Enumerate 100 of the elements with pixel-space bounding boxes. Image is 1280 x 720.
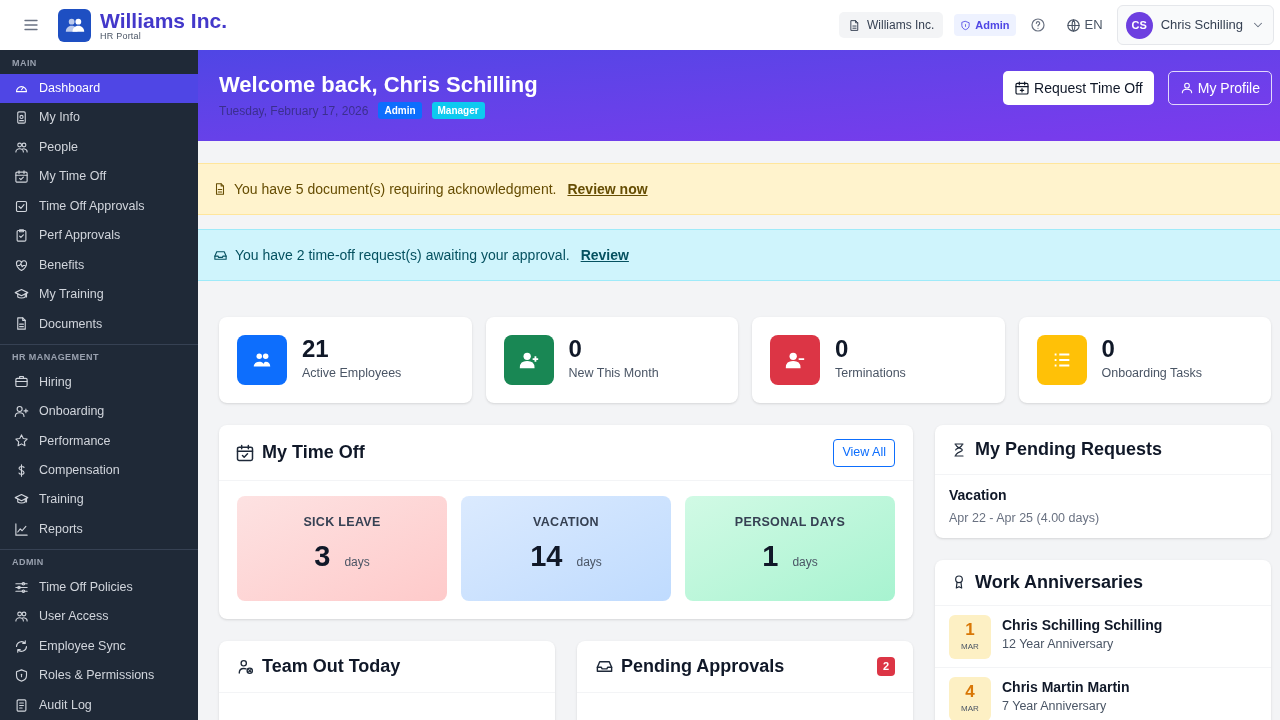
briefcase-icon [14,374,29,390]
date-text: Tuesday, February 17, 2026 [219,102,369,120]
anniversary-text: 7 Year Anniversary [1002,698,1108,714]
user-menu[interactable]: CS Chris Schilling [1116,5,1274,45]
balance-label: PERSONAL DAYS [734,514,846,531]
role-badge: Admin [954,14,1016,36]
sync-icon [14,638,29,654]
journal-icon [14,697,29,713]
month-label: MAR [961,702,979,715]
review-link[interactable]: Review now [567,178,648,200]
day-number: 1 [965,620,975,638]
globe-icon [1065,17,1081,33]
balance-value: 3 [314,541,331,571]
sidebar-item[interactable]: My Info [0,102,198,133]
checkbox-icon [14,198,29,214]
sidebar-item[interactable]: Performance [0,426,198,456]
sidebar-item[interactable]: People [0,132,198,162]
balance-value: 1 [762,541,779,571]
section-heading: ADMIN [11,556,45,570]
role-badge: Admin [378,102,422,119]
stat-label: New This Month [568,365,659,383]
count-badge: 2 [876,657,895,676]
balance-label: SICK LEAVE [303,514,381,531]
stat-value: 0 [568,337,583,362]
sidebar-item[interactable]: Dashboard [0,73,198,103]
calendar-check-icon [14,169,29,185]
day-number: 4 [965,682,975,700]
role-badge: Manager [431,102,485,119]
calendar-check-icon [235,442,255,463]
brand-subtitle: HR Portal [100,31,143,41]
card-title: My Time Off [262,441,365,464]
sidebar-item[interactable]: My Time Off [0,161,198,192]
document-icon [14,316,29,332]
stat-label: Terminations [835,365,906,383]
id-badge-icon [14,110,29,126]
calendar-plus-icon [1014,80,1031,96]
view-all-button[interactable]: View All [833,438,895,467]
person-x-icon [237,657,255,676]
request-time-off-button[interactable]: Request Time Off [1003,71,1154,105]
sidebar-item[interactable]: Roles & Permissions [0,660,198,691]
stat-label: Active Employees [302,365,402,383]
sidebar-item[interactable]: Reports [0,514,198,545]
stat-label: Onboarding Tasks [1101,365,1203,383]
card-title: My Pending Requests [975,438,1163,461]
company-chip[interactable]: Williams Inc. [839,12,944,38]
sidebar-item[interactable]: Time Off Approvals [0,191,198,221]
language-button[interactable]: EN [1065,15,1103,35]
heart-pulse-icon [14,257,29,273]
request-dates: Apr 22 - Apr 25 (4.00 days) [949,510,1101,527]
help-button[interactable] [1029,17,1046,33]
person-icon [1179,81,1194,95]
line-chart-icon [14,521,29,537]
brand-name: Williams Inc. [100,9,227,31]
document-icon [213,182,227,196]
alert-message: You have 2 time-off request(s) awaiting your approval. [235,245,570,265]
logo-icon [58,8,91,42]
anniversary-text: 12 Year Anniversary [1002,636,1115,652]
review-link[interactable]: Review [580,244,629,266]
sliders-icon [14,579,29,595]
sidebar-item[interactable]: Employee Sync [0,631,198,661]
sidebar-item[interactable]: Compensation [0,455,198,486]
employee-name: Chris Martin Martin [1002,677,1130,697]
sidebar-item[interactable]: Perf Approvals [0,220,198,251]
section-heading: HR MANAGEMENT [11,350,100,364]
employee-name: Chris Schilling Schilling [1002,615,1163,635]
card-title: Team Out Today [262,655,401,678]
shield-icon [960,19,972,31]
clipboard-check-icon [14,228,29,244]
star-icon [14,433,29,449]
request-type: Vacation [949,486,1008,505]
alert-message: You have 5 document(s) requiring acknowledgment. [234,179,557,199]
sidebar-item[interactable]: Training [0,485,198,515]
sidebar-item[interactable]: My Training [0,279,198,310]
balance-label: VACATION [533,514,599,531]
balance-unit: days [344,553,370,571]
person-plus-icon [14,403,29,419]
month-label: MAR [961,640,979,653]
graduation-cap-icon [14,287,29,302]
help-icon [1029,17,1046,33]
balance-value: 14 [530,541,563,571]
sidebar-item[interactable]: Hiring [0,367,198,397]
stat-value: 21 [302,337,330,362]
sidebar-item[interactable]: Documents [0,309,198,339]
user-avatar: CS [1125,11,1153,39]
sidebar-item[interactable]: Time Off Policies [0,572,198,602]
stat-value: 0 [835,337,850,362]
balance-unit: days [576,553,602,571]
sidebar-item[interactable]: Onboarding [0,396,198,427]
sidebar-item[interactable]: Benefits [0,250,198,280]
sidebar-item[interactable]: User Access [0,602,198,632]
section-heading: MAIN [11,57,38,70]
people-icon [14,139,29,155]
balance-unit: days [792,553,818,571]
sidebar-item[interactable]: Audit Log [0,690,198,720]
stat-value: 0 [1101,337,1116,362]
my-profile-button[interactable]: My Profile [1167,71,1272,105]
welcome-title: Welcome back, Chris Schilling [219,71,538,99]
shield-icon [14,668,29,684]
card-title: Pending Approvals [621,655,785,678]
card-title: Work Anniversaries [975,570,1144,594]
